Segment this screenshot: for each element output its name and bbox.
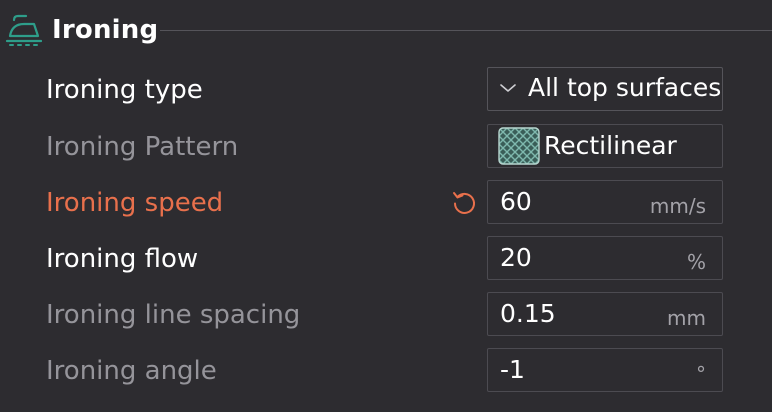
ironing-line-spacing-label: Ironing line spacing	[46, 300, 301, 330]
row-ironing-type: Ironing type All top surfaces	[0, 67, 772, 115]
section-title: Ironing	[52, 15, 159, 45]
iron-icon	[5, 14, 42, 46]
row-ironing-flow: Ironing flow 20 %	[0, 236, 772, 284]
ironing-speed-value: 60	[500, 187, 532, 216]
row-ironing-pattern: Ironing Pattern Rectilinear	[0, 124, 772, 172]
ironing-flow-unit: %	[686, 250, 706, 274]
ironing-settings-panel: Ironing Ironing type All top surfaces Ir…	[0, 0, 772, 412]
ironing-line-spacing-input[interactable]: 0.15 mm	[487, 292, 723, 336]
ironing-type-value: All top surfaces	[528, 73, 722, 102]
ironing-flow-label: Ironing flow	[46, 244, 199, 274]
ironing-speed-input[interactable]: 60 mm/s	[487, 180, 723, 224]
ironing-angle-value: -1	[500, 355, 525, 384]
ironing-pattern-value: Rectilinear	[544, 131, 677, 160]
ironing-angle-label: Ironing angle	[46, 356, 217, 386]
ironing-line-spacing-value: 0.15	[500, 299, 556, 328]
ironing-line-spacing-unit: mm	[667, 306, 706, 330]
row-ironing-speed: Ironing speed 60 mm/s	[0, 180, 772, 228]
ironing-angle-unit: °	[696, 362, 706, 386]
ironing-type-dropdown[interactable]: All top surfaces	[487, 67, 723, 111]
row-ironing-angle: Ironing angle -1 °	[0, 348, 772, 396]
ironing-pattern-label: Ironing Pattern	[46, 132, 239, 162]
rectilinear-pattern-icon	[498, 127, 540, 165]
ironing-pattern-dropdown[interactable]: Rectilinear	[487, 124, 723, 168]
ironing-speed-unit: mm/s	[649, 194, 706, 218]
section-divider	[160, 30, 772, 31]
ironing-flow-value: 20	[500, 243, 532, 272]
ironing-flow-input[interactable]: 20 %	[487, 236, 723, 280]
section-header: Ironing	[0, 10, 772, 50]
ironing-angle-input[interactable]: -1 °	[487, 348, 723, 392]
chevron-down-icon	[500, 84, 516, 92]
ironing-speed-label: Ironing speed	[46, 188, 224, 218]
reset-icon[interactable]	[450, 188, 478, 216]
row-ironing-line-spacing: Ironing line spacing 0.15 mm	[0, 292, 772, 340]
ironing-type-label: Ironing type	[46, 75, 203, 105]
